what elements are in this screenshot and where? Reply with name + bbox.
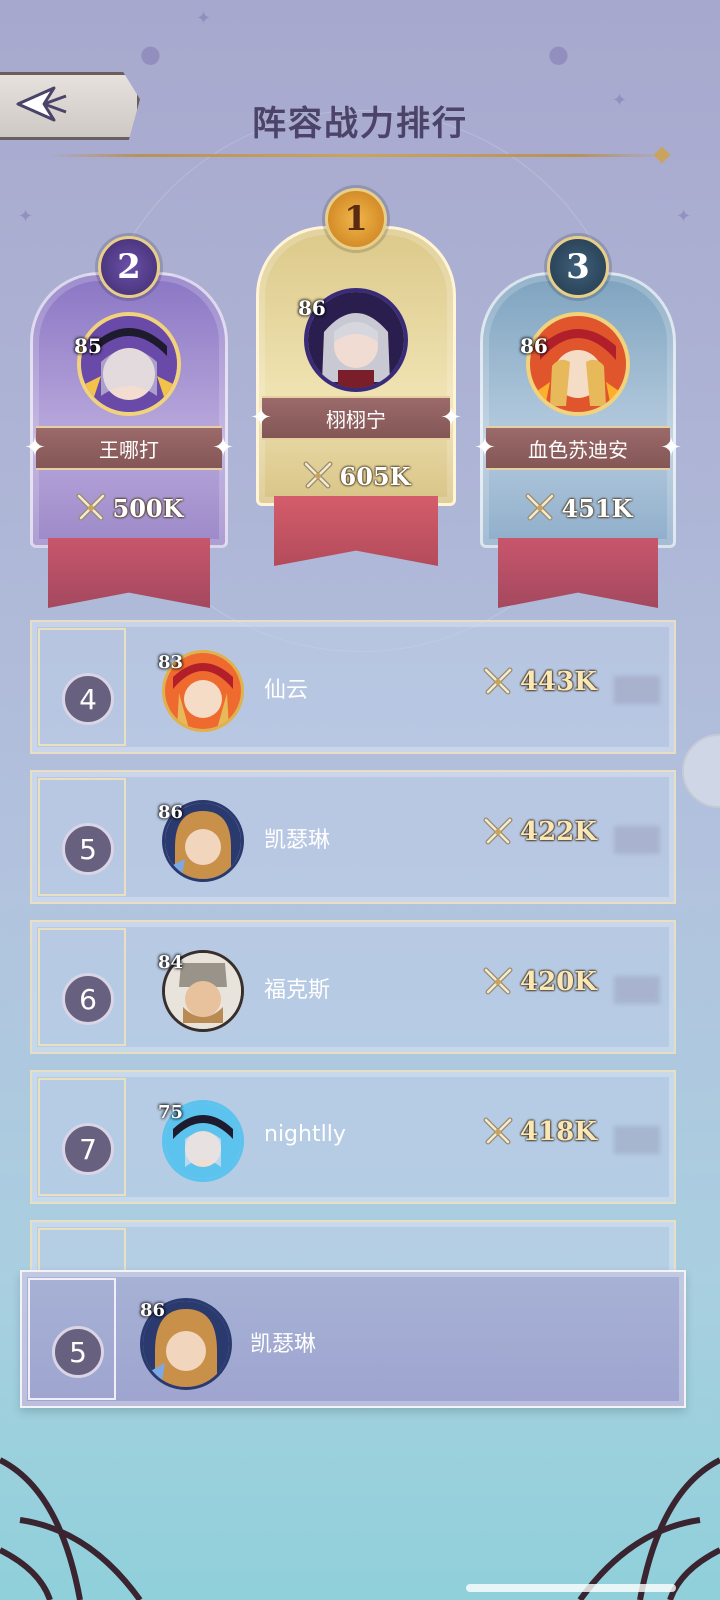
ranking-row[interactable]: 6 84 福克斯 420K (30, 920, 676, 1054)
rank-number: 7 (62, 1123, 114, 1175)
crossed-swords-icon (75, 492, 107, 524)
power-display: 418K (482, 1116, 597, 1148)
level-badge: 83 (158, 652, 184, 673)
rank-box: 7 (38, 1078, 126, 1196)
title-divider (48, 154, 668, 157)
power-blur-decoration (614, 1126, 660, 1154)
level-badge: 75 (158, 1102, 184, 1123)
ranking-row[interactable]: 7 75 nightlly 418K (30, 1070, 676, 1204)
level-badge: 85 (74, 334, 102, 358)
power-value: 422K (520, 817, 597, 847)
power-display: 605K (256, 460, 456, 492)
sparkle-decoration: ✦ (196, 8, 212, 29)
my-rank-bar[interactable]: 5 86 凯瑟琳 (20, 1270, 686, 1408)
rank-medal: 3 (547, 236, 609, 298)
player-name: 凯瑟琳 (250, 1332, 317, 1357)
podium-banner (274, 496, 438, 566)
avatar (526, 312, 630, 416)
page-title: 阵容战力排行 (252, 104, 468, 144)
crossed-swords-icon (482, 966, 514, 998)
home-indicator[interactable] (466, 1584, 676, 1592)
power-value: 420K (520, 967, 597, 997)
power-blur-decoration (614, 676, 660, 704)
podium-rank-3[interactable]: 3 86 血色苏迪安 451K (480, 236, 676, 608)
player-name: 王哪打 (36, 426, 222, 470)
rank-box: 5 (38, 778, 126, 896)
power-value: 500K (112, 493, 184, 523)
podium-rank-2[interactable]: 2 85 王哪打 500K (30, 236, 228, 608)
power-display: 451K (480, 492, 676, 524)
power-display: 420K (482, 966, 597, 998)
power-display: 500K (30, 492, 228, 524)
podium-rank-1[interactable]: 1 86 栩栩宁 605K (256, 188, 456, 566)
rank-medal: 1 (325, 188, 387, 250)
rank-box: 4 (38, 628, 126, 746)
rank-number: 4 (62, 673, 114, 725)
level-badge: 84 (158, 952, 184, 973)
player-name: 栩栩宁 (262, 396, 450, 440)
power-value: 451K (561, 493, 633, 523)
podium-banner (498, 538, 658, 608)
crossed-swords-icon (302, 460, 334, 492)
rank-number: 5 (62, 823, 114, 875)
sparkle-decoration: ✦ (18, 206, 34, 227)
level-badge: 86 (158, 802, 184, 823)
power-display: 422K (482, 816, 597, 848)
level-badge: 86 (298, 296, 326, 320)
sparkle-decoration: ● (140, 40, 161, 68)
player-name: 血色苏迪安 (486, 426, 670, 470)
side-scroll-handle[interactable] (682, 734, 720, 808)
rank-box: 6 (38, 928, 126, 1046)
power-value: 605K (339, 461, 411, 491)
sparkle-decoration: ✦ (676, 206, 692, 227)
player-name: 福克斯 (264, 978, 331, 1003)
crossed-swords-icon (482, 1116, 514, 1148)
power-blur-decoration (614, 976, 660, 1004)
level-badge: 86 (520, 334, 548, 358)
sparkle-decoration: ● (548, 40, 569, 68)
player-name: 凯瑟琳 (264, 828, 331, 853)
power-value: 443K (520, 667, 597, 697)
podium-banner (48, 538, 210, 608)
vine-decoration (577, 1457, 720, 1600)
vine-decoration (0, 1457, 143, 1600)
power-blur-decoration (614, 826, 660, 854)
rank-number: 5 (52, 1326, 104, 1378)
crossed-swords-icon (482, 666, 514, 698)
ranking-row[interactable]: 5 86 凯瑟琳 422K (30, 770, 676, 904)
power-value: 418K (520, 1117, 597, 1147)
crossed-swords-icon (524, 492, 556, 524)
level-badge: 86 (140, 1300, 166, 1321)
player-name: 仙云 (264, 678, 309, 703)
ranking-row[interactable]: 4 83 仙云 443K (30, 620, 676, 754)
rank-box: 5 (28, 1278, 116, 1400)
crossed-swords-icon (482, 816, 514, 848)
avatar (77, 312, 181, 416)
rank-medal: 2 (98, 236, 160, 298)
rank-number: 6 (62, 973, 114, 1025)
player-name: nightlly (264, 1122, 346, 1147)
power-display: 443K (482, 666, 597, 698)
